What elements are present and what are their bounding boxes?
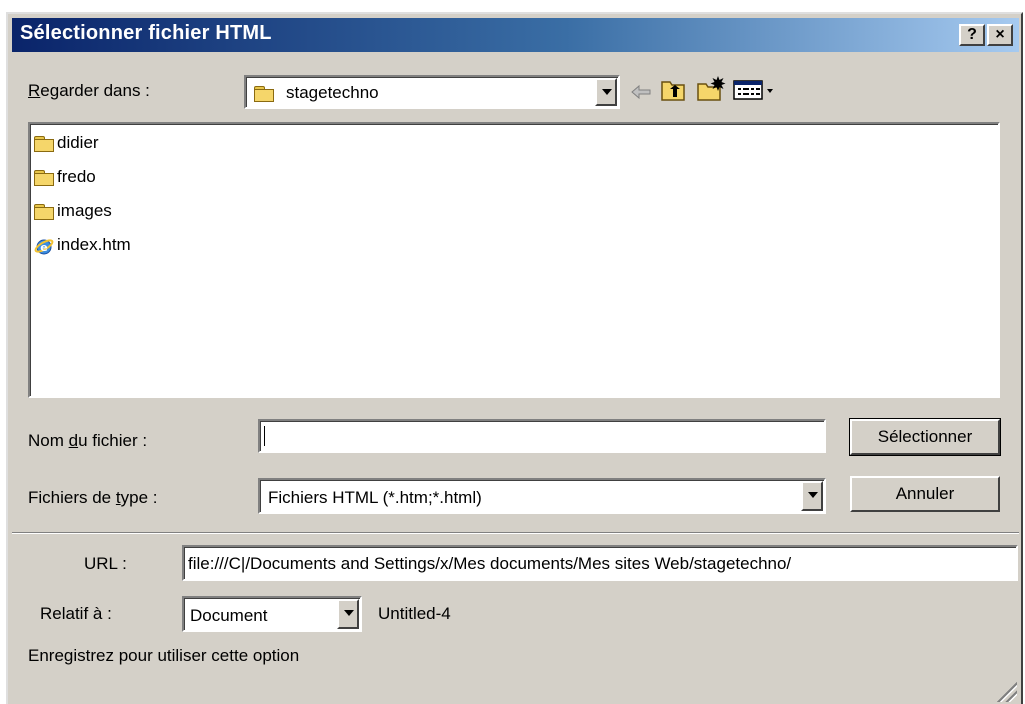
cancel-button[interactable]: Annuler (850, 476, 1000, 512)
url-input[interactable]: file:///C|/Documents and Settings/x/Mes … (182, 545, 1018, 581)
resize-grip[interactable] (993, 678, 1017, 702)
relative-dropdown[interactable]: Document (182, 596, 362, 632)
url-value: file:///C|/Documents and Settings/x/Mes … (188, 554, 792, 573)
file-name-label: Nom du fichier : (28, 431, 148, 450)
dialog-title: Sélectionner fichier HTML (20, 22, 272, 44)
file-name: didier (57, 133, 99, 152)
document-name: Untitled-4 (378, 604, 451, 623)
relative-value: Document (190, 606, 268, 625)
relative-dropdown-arrow[interactable] (337, 599, 359, 629)
file-type-dropdown[interactable]: Fichiers HTML (*.htm;*.html) (258, 478, 826, 514)
folder-icon (34, 136, 54, 153)
folder-icon (34, 204, 54, 221)
file-list-item[interactable]: images (34, 196, 112, 226)
relative-label: Relatif à : (40, 604, 112, 623)
ie-document-icon: e (34, 236, 54, 256)
title-bar[interactable]: Sélectionner fichier HTML ? × (12, 18, 1019, 52)
look-in-value: stagetechno (286, 83, 379, 102)
help-button[interactable]: ? (959, 24, 985, 46)
svg-text:e: e (40, 241, 47, 254)
separator (12, 532, 1019, 534)
select-button[interactable]: Sélectionner (849, 418, 1001, 456)
look-in-dropdown-arrow[interactable] (595, 78, 617, 106)
file-type-label: Fichiers de type : (28, 488, 158, 507)
new-folder-icon[interactable] (696, 74, 726, 102)
file-type-dropdown-arrow[interactable] (801, 481, 823, 511)
save-hint: Enregistrez pour utiliser cette option (28, 646, 300, 665)
file-list[interactable]: didier fredo images e index.htm (28, 122, 1000, 398)
file-name: images (57, 201, 112, 220)
folder-icon (34, 170, 54, 187)
look-in-label: Regarder dans : (28, 81, 150, 100)
look-in-dropdown[interactable]: stagetechno (244, 75, 620, 109)
back-arrow-icon[interactable] (630, 82, 652, 102)
file-name: fredo (57, 167, 96, 186)
text-cursor (264, 426, 265, 446)
file-name: index.htm (57, 235, 131, 254)
view-menu-icon[interactable] (732, 78, 780, 102)
file-type-value: Fichiers HTML (*.htm;*.html) (268, 488, 482, 507)
file-list-item[interactable]: didier (34, 128, 99, 158)
file-name-input[interactable] (258, 419, 826, 453)
file-dialog-window: Sélectionner fichier HTML ? × Regarder d… (6, 12, 1023, 704)
up-folder-icon[interactable] (660, 78, 686, 102)
file-list-item[interactable]: fredo (34, 162, 96, 192)
file-list-item[interactable]: e index.htm (34, 230, 131, 260)
folder-icon (254, 86, 274, 103)
close-button[interactable]: × (987, 24, 1013, 46)
url-label: URL : (84, 554, 127, 573)
